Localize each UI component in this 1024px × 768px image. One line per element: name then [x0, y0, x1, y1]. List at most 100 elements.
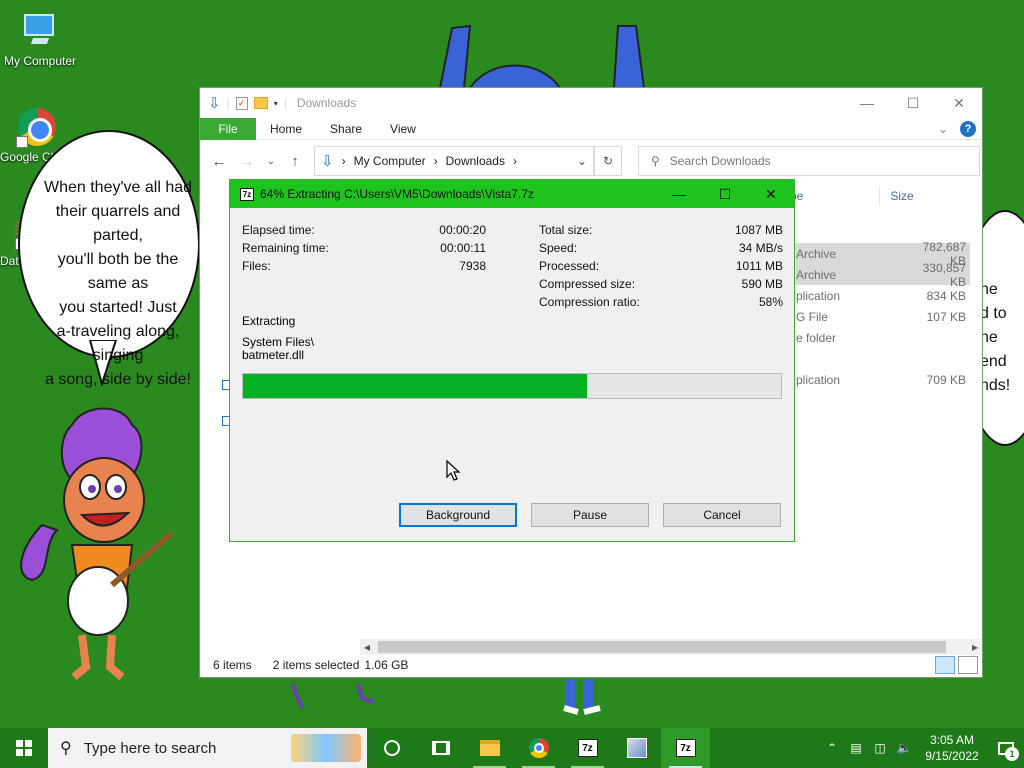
selection-size: 1.06 GB	[364, 658, 409, 672]
scroll-left-icon[interactable]: ◂	[364, 640, 370, 654]
file-row[interactable]: G File 107 KB	[790, 306, 970, 327]
stat-compression-ratio: Compression ratio: 58%	[539, 295, 783, 309]
back-arrow-icon[interactable]: ←	[210, 153, 228, 170]
start-button[interactable]	[0, 728, 48, 768]
background-button[interactable]: Background	[399, 503, 517, 527]
app-taskbar-icon[interactable]	[612, 728, 661, 768]
stat-remaining-time: Remaining time: 00:00:11	[242, 241, 486, 255]
show-hidden-icons-icon[interactable]: ⌃	[820, 741, 844, 755]
dialog-maximize-button[interactable]: ☐	[702, 180, 748, 208]
download-arrow-icon: ⇩	[208, 95, 221, 112]
tab-home[interactable]: Home	[256, 122, 316, 136]
file-explorer-taskbar-icon[interactable]	[465, 728, 514, 768]
address-bar[interactable]: ⇩ › My Computer › Downloads › ⌄	[314, 146, 594, 176]
extract-progress-bar	[242, 373, 782, 399]
file-row[interactable]: e folder	[790, 327, 970, 348]
dialog-title: 64% Extracting C:\Users\VM5\Downloads\Vi…	[260, 187, 534, 201]
scrollbar-thumb[interactable]	[378, 641, 946, 653]
file-row-spacer	[790, 348, 970, 369]
download-arrow-icon: ⇩	[321, 153, 334, 170]
current-file: batmeter.dll	[242, 348, 305, 362]
dialog-minimize-button[interactable]: —	[656, 180, 702, 208]
window-title: Downloads	[296, 96, 357, 110]
breadcrumb-downloads[interactable]: Downloads	[446, 154, 505, 168]
properties-icon[interactable]: ✓	[235, 96, 248, 110]
up-arrow-icon[interactable]: ↑	[286, 153, 304, 170]
desktop-icon-my-computer[interactable]: My Computer	[0, 10, 80, 68]
task-view-icon[interactable]	[416, 728, 465, 768]
scroll-right-icon[interactable]: ▸	[972, 640, 978, 654]
cancel-button[interactable]: Cancel	[663, 503, 781, 527]
7zip-taskbar-icon[interactable]: 7z	[563, 728, 612, 768]
help-icon[interactable]: ?	[960, 120, 976, 137]
forward-arrow-icon[interactable]: →	[238, 153, 256, 170]
address-dropdown-icon[interactable]: ⌄	[571, 147, 593, 175]
file-row[interactable]: plication 834 KB	[790, 285, 970, 306]
cortana-icon[interactable]	[367, 728, 416, 768]
cartoon-cat-legs-bottom	[290, 680, 601, 715]
ribbon-tabs: File Home Share View ⌄ ?	[200, 117, 982, 140]
progress-fill	[243, 374, 588, 398]
expand-ribbon-icon[interactable]: ⌄	[938, 122, 948, 136]
customize-quick-access-icon[interactable]: ▾	[274, 99, 278, 108]
security-icon[interactable]: ▤	[844, 741, 868, 755]
dialog-close-button[interactable]: ✕	[748, 180, 794, 208]
speech-bubble-left-text: When they've all had their quarrels and …	[43, 179, 193, 388]
column-size[interactable]: Size	[890, 189, 913, 203]
stat-files: Files: 7938	[242, 259, 486, 273]
stat-compressed-size: Compressed size: 590 MB	[539, 277, 783, 291]
new-folder-icon[interactable]	[253, 97, 268, 109]
tab-share[interactable]: Share	[316, 122, 376, 136]
chrome-taskbar-icon[interactable]	[514, 728, 563, 768]
network-icon[interactable]: ◫	[868, 741, 892, 755]
column-headers: pe Size	[790, 184, 970, 208]
operation-label: Extracting	[242, 314, 296, 328]
cartoon-cat-feet	[438, 24, 646, 89]
extract-progress-dialog: 7z 64% Extracting C:\Users\VM5\Downloads…	[229, 179, 795, 542]
computer-icon	[18, 10, 62, 50]
stat-processed: Processed: 1011 MB	[539, 259, 783, 273]
close-button[interactable]: ✕	[936, 88, 982, 118]
search-icon: ⚲	[651, 154, 660, 168]
explorer-title-bar: ⇩ | ✓ ▾ | Downloads — ☐ ✕	[200, 88, 982, 118]
stat-speed: Speed: 34 MB/s	[539, 241, 783, 255]
clock-time: 3:05 AM	[929, 733, 975, 747]
navigation-bar: ← → ⌄ ↑ ⇩ › My Computer › Downloads › ⌄ …	[200, 140, 982, 182]
cartoon-girl-banjo	[20, 407, 174, 681]
pause-button[interactable]: Pause	[531, 503, 649, 527]
file-row[interactable]: Archive 330,857 KB	[790, 261, 970, 289]
desktop-icon-label: My Computer	[3, 54, 77, 68]
details-view-icon[interactable]	[935, 656, 955, 674]
chrome-icon	[16, 106, 60, 148]
notification-badge: 1	[1005, 747, 1019, 761]
stat-total-size: Total size: 1087 MB	[539, 223, 783, 237]
file-row[interactable]: plication 709 KB	[790, 369, 970, 390]
stat-elapsed-time: Elapsed time: 00:00:20	[242, 223, 486, 237]
maximize-button[interactable]: ☐	[890, 88, 936, 118]
taskbar-search-box[interactable]: ⚲ Type here to search	[48, 728, 367, 768]
recent-locations-chevron-icon[interactable]: ⌄	[266, 156, 276, 167]
action-center-icon[interactable]: 1	[988, 728, 1024, 768]
7zip-extract-taskbar-icon[interactable]: 7z	[661, 728, 710, 768]
mouse-cursor-icon	[446, 460, 461, 481]
system-tray: ⌃ ▤ ◫ 🔈 3:05 AM 9/15/2022 1	[820, 728, 1024, 768]
breadcrumb-my-computer[interactable]: My Computer	[354, 154, 426, 168]
search-placeholder: Search Downloads	[669, 154, 771, 168]
search-downloads-input[interactable]: ⚲ Search Downloads	[638, 146, 980, 176]
file-list: Archive 782,687 KB Archive 330,857 KB plic…	[790, 240, 970, 390]
view-buttons	[935, 656, 978, 674]
clock[interactable]: 3:05 AM 9/15/2022	[916, 732, 988, 764]
minimize-button[interactable]: —	[844, 88, 890, 118]
windows-logo-icon	[16, 740, 32, 756]
search-highlight-icon[interactable]	[291, 734, 361, 762]
large-icons-view-icon[interactable]	[958, 656, 978, 674]
7zip-icon: 7z	[240, 187, 254, 201]
tab-file[interactable]: File	[200, 117, 256, 140]
volume-icon[interactable]: 🔈	[892, 741, 916, 755]
search-icon: ⚲	[60, 740, 72, 757]
status-bar: 6 items 2 items selected 1.06 GB	[200, 653, 982, 677]
selection-count: 2 items selected	[272, 658, 360, 672]
speech-bubble-right-text: he d to ne end nds!	[980, 281, 1011, 394]
tab-view[interactable]: View	[376, 122, 430, 136]
refresh-icon[interactable]: ↻	[594, 146, 622, 176]
